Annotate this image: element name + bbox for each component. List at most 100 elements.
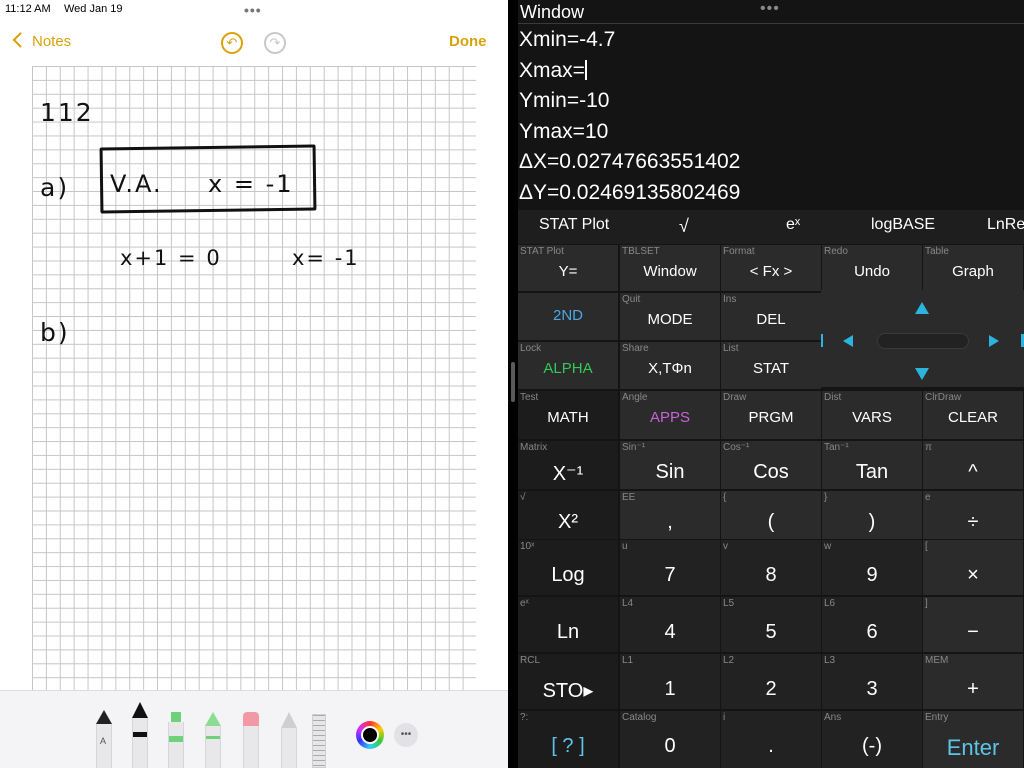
more-tools-icon[interactable]: ••• [394, 723, 418, 747]
clear-key[interactable]: ClrDraw CLEAR [923, 391, 1023, 439]
marker-tool-icon[interactable] [132, 702, 148, 768]
vars-key[interactable]: Dist VARS [822, 391, 922, 439]
enter-key[interactable]: Entry Enter [923, 711, 1023, 768]
deltax-setting[interactable]: ΔX=0.02747663551402 [519, 150, 740, 174]
ln-key[interactable]: eˣ Ln [518, 597, 618, 652]
window-key[interactable]: TBLSET Window [620, 245, 720, 291]
multitasking-dots-icon[interactable]: ••• [760, 0, 780, 18]
format-key[interactable]: Format < Fx > [721, 245, 821, 291]
deltay-setting[interactable]: ΔY=0.02469135802469 [519, 181, 740, 205]
del-key[interactable]: Ins DEL [721, 293, 821, 340]
cos-key[interactable]: Cos⁻¹ Cos [721, 441, 821, 489]
ymin-setting[interactable]: Ymin=-10 [519, 89, 609, 113]
exp-shortcut[interactable]: eˣ [786, 216, 800, 234]
xttheta-key[interactable]: Share X,TΦn [620, 342, 720, 389]
secondary-label: Angle [622, 392, 648, 403]
pen-tool-icon[interactable]: A [96, 710, 112, 768]
secondary-label: MEM [925, 655, 949, 666]
2nd-key[interactable]: 2ND [518, 293, 618, 340]
minus-key[interactable]: ] − [923, 597, 1023, 652]
arrow-down-icon[interactable] [915, 368, 929, 380]
eraser-tool-icon[interactable] [243, 712, 259, 768]
undo-key[interactable]: Redo Undo [822, 245, 922, 291]
undo-icon[interactable]: ↶ [221, 32, 243, 54]
plus-key[interactable]: MEM + [923, 654, 1023, 709]
split-view-handle[interactable] [511, 362, 515, 402]
stat-plot-shortcut[interactable]: STAT Plot [539, 216, 609, 234]
key-label: STAT [752, 360, 790, 377]
multiply-key[interactable]: [× [923, 540, 1023, 595]
secondary-label: L3 [824, 655, 836, 666]
six-key[interactable]: L6 6 [822, 597, 922, 652]
graph-key[interactable]: Table Graph [923, 245, 1023, 291]
arrow-right-icon[interactable] [989, 335, 999, 347]
pencil-tool-icon[interactable] [205, 712, 221, 768]
ymax-text: Ymax=10 [519, 120, 609, 143]
help-key[interactable]: ?: [ ? ] [518, 711, 618, 768]
color-picker-icon[interactable] [356, 721, 384, 749]
done-button[interactable]: Done [449, 33, 487, 50]
prgm-key[interactable]: Draw PRGM [721, 391, 821, 439]
logbase-shortcut[interactable]: logBASE [871, 216, 935, 234]
apps-key[interactable]: Angle APPS [620, 391, 720, 439]
lparen-key[interactable]: {( [721, 491, 821, 539]
three-key[interactable]: L3 3 [822, 654, 922, 709]
key-label: ^ [968, 461, 978, 483]
xmin-setting[interactable]: Xmin=-4.7 [519, 28, 615, 52]
problem-number: 112 [40, 98, 94, 127]
notes-back-label: Notes [32, 33, 72, 50]
math-key[interactable]: Test MATH [518, 391, 618, 439]
zero-key[interactable]: Catalog 0 [620, 711, 720, 768]
log-key[interactable]: 10ˣ Log [518, 540, 618, 595]
key-label: Ln [556, 621, 580, 643]
five-key[interactable]: L5 5 [721, 597, 821, 652]
sqrt-shortcut[interactable]: √ [679, 216, 689, 237]
decimal-key[interactable]: i. [721, 711, 821, 768]
alpha-key[interactable]: Lock ALPHA [518, 342, 618, 389]
divide-key[interactable]: e ÷ [923, 491, 1023, 539]
key-label: Tan [855, 461, 889, 483]
notes-back-button[interactable]: Notes [10, 30, 80, 54]
eight-key[interactable]: v8 [721, 540, 821, 595]
secondary-label: L1 [622, 655, 634, 666]
secondary-label: Redo [824, 246, 848, 257]
sto-key[interactable]: RCL STO▸ [518, 654, 618, 709]
multitasking-dots-icon[interactable]: ••• [244, 2, 262, 18]
comma-key[interactable]: EE, [620, 491, 720, 539]
inverse-key[interactable]: Matrix X⁻¹ [518, 441, 618, 489]
key-label: ÷ [967, 511, 979, 533]
arrow-pad [821, 290, 1024, 387]
power-key[interactable]: π ^ [923, 441, 1023, 489]
key-label: 5 [765, 621, 777, 643]
redo-icon[interactable]: ↷ [264, 32, 286, 54]
highlighter-tool-icon[interactable] [168, 712, 184, 768]
key-label: + [967, 678, 979, 700]
ymax-setting[interactable]: Ymax=10 [519, 120, 608, 144]
xmax-setting[interactable]: Xmax= [519, 59, 587, 83]
lasso-tool-icon[interactable] [281, 712, 297, 768]
stat-key[interactable]: List STAT [721, 342, 821, 389]
secondary-label: 10ˣ [520, 541, 535, 552]
two-key[interactable]: L2 2 [721, 654, 821, 709]
secondary-label: [ [925, 541, 928, 552]
negative-key[interactable]: Ans (-) [822, 711, 922, 768]
deltax-text: ΔX=0.02747663551402 [519, 150, 741, 173]
secondary-label: Share [622, 343, 649, 354]
seven-key[interactable]: u7 [620, 540, 720, 595]
mode-key[interactable]: Quit MODE [620, 293, 720, 340]
y-equals-key[interactable]: STAT Plot Y= [518, 245, 618, 291]
lnreg-shortcut[interactable]: LnRe [987, 216, 1024, 234]
tan-key[interactable]: Tan⁻¹ Tan [822, 441, 922, 489]
ruler-tool-icon[interactable] [312, 714, 326, 768]
four-key[interactable]: L4 4 [620, 597, 720, 652]
nine-key[interactable]: w9 [822, 540, 922, 595]
sin-key[interactable]: Sin⁻¹ Sin [620, 441, 720, 489]
secondary-label: ClrDraw [925, 392, 962, 403]
arrow-left-icon[interactable] [843, 335, 853, 347]
arrow-up-icon[interactable] [915, 302, 929, 314]
square-key[interactable]: √ X² [518, 491, 618, 539]
one-key[interactable]: L1 1 [620, 654, 720, 709]
secondary-label: Test [520, 392, 539, 403]
key-label: 4 [664, 621, 676, 643]
rparen-key[interactable]: }) [822, 491, 922, 539]
